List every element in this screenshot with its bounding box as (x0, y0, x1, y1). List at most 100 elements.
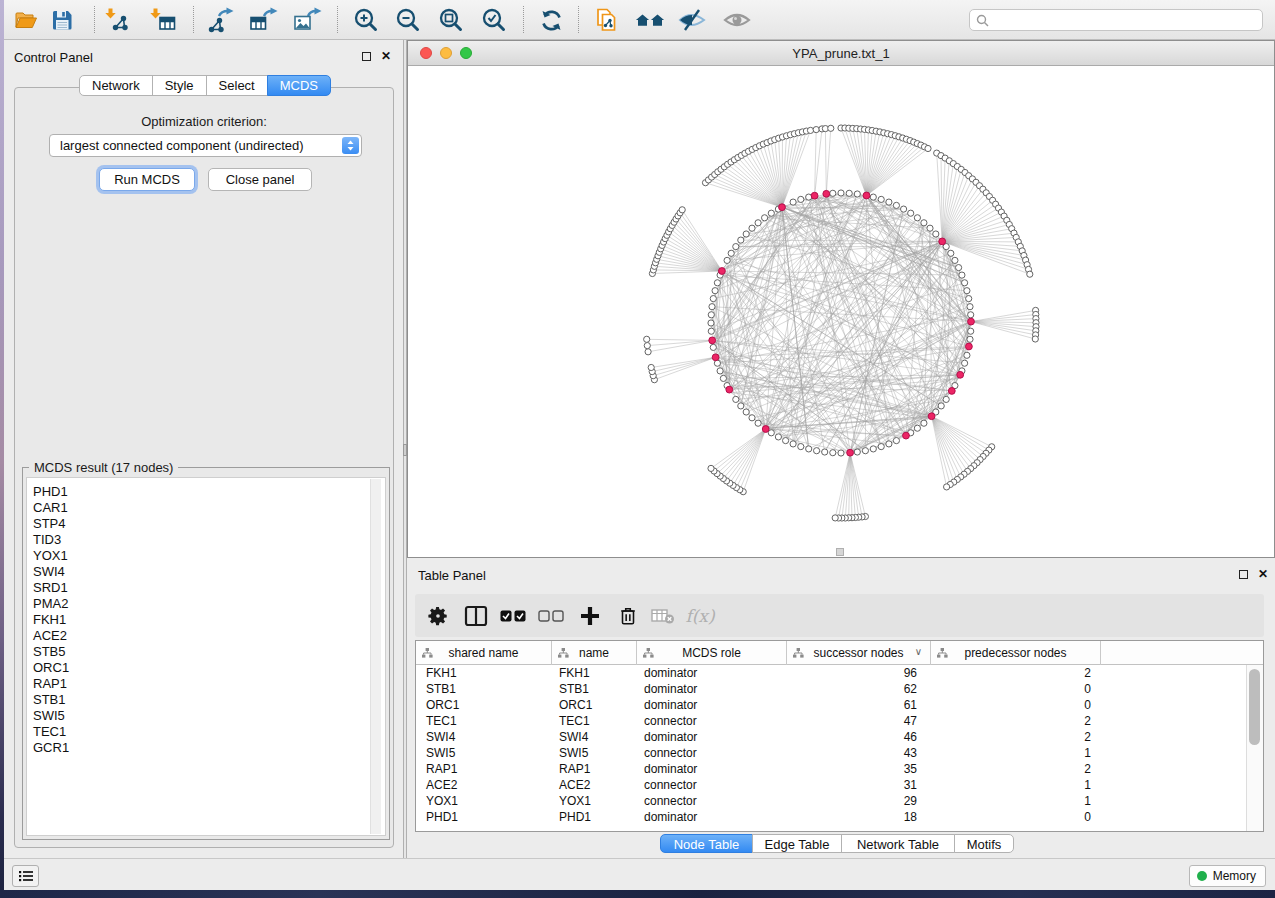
table-cell: connector (637, 777, 787, 793)
table-cell: RAP1 (416, 761, 552, 777)
tab-node-table[interactable]: Node Table (660, 834, 753, 853)
task-history-button[interactable] (12, 865, 39, 887)
mcds-result-item[interactable]: ORC1 (33, 660, 69, 676)
column-header-successor-nodes[interactable]: successor nodes∨ (787, 641, 931, 665)
table-row[interactable]: TEC1TEC1connector472 (416, 713, 1263, 729)
unselect-all-icon[interactable] (534, 594, 568, 637)
copy-view-icon[interactable] (591, 5, 621, 35)
table-row[interactable]: FKH1FKH1dominator962 (416, 665, 1263, 681)
table-toolbar: f(x) (415, 594, 1264, 637)
first-neighbors-icon[interactable] (635, 5, 665, 35)
column-header-shared-name[interactable]: shared name (416, 641, 552, 665)
mcds-result-item[interactable]: STP4 (33, 516, 69, 532)
main-toolbar (4, 0, 1275, 40)
table-tabs: Node TableEdge TableNetwork TableMotifs (660, 834, 1014, 853)
tab-network[interactable]: Network (79, 75, 153, 96)
refresh-icon[interactable] (536, 5, 566, 35)
import-table-icon[interactable] (148, 5, 178, 35)
mcds-result-item[interactable]: SRD1 (33, 580, 69, 596)
tab-motifs[interactable]: Motifs (954, 834, 1014, 853)
mcds-result-item[interactable]: SWI5 (33, 708, 69, 724)
save-icon[interactable] (47, 5, 77, 35)
mcds-result-item[interactable]: STB5 (33, 644, 69, 660)
table-cell: dominator (637, 681, 787, 697)
hide-selected-icon[interactable] (677, 5, 707, 35)
mcds-result-group: MCDS result (17 nodes) PHD1CAR1STP4TID3Y… (22, 467, 390, 840)
table-row[interactable]: ACE2ACE2connector311 (416, 777, 1263, 793)
mcds-result-item[interactable]: CAR1 (33, 500, 69, 516)
delete-icon[interactable] (611, 594, 645, 637)
export-network-icon[interactable] (205, 5, 235, 35)
float-panel-icon[interactable] (362, 52, 371, 61)
table-panel: Table Panel ✕ f(x) shared namenameMCDS r… (407, 560, 1275, 858)
search-box[interactable] (969, 9, 1263, 31)
export-table-icon[interactable] (248, 5, 278, 35)
table-cell: 35 (787, 761, 931, 777)
mcds-result-item[interactable]: RAP1 (33, 676, 69, 692)
horizontal-splitter-handle[interactable] (836, 548, 844, 556)
table-row[interactable]: ORC1ORC1dominator610 (416, 697, 1263, 713)
table-row[interactable]: PHD1PHD1dominator180 (416, 809, 1263, 825)
mcds-result-item[interactable]: TID3 (33, 532, 69, 548)
memory-button[interactable]: Memory (1189, 865, 1266, 887)
table-cell: RAP1 (552, 761, 637, 777)
network-window-titlebar[interactable]: YPA_prune.txt_1 (408, 41, 1274, 66)
sort-descending-icon: ∨ (915, 646, 922, 657)
column-header-predecessor-nodes[interactable]: predecessor nodes (931, 641, 1101, 665)
tab-network-table[interactable]: Network Table (841, 834, 955, 853)
tab-style[interactable]: Style (152, 75, 207, 96)
close-panel-icon[interactable]: ✕ (381, 51, 391, 61)
table-row[interactable]: YOX1YOX1connector291 (416, 793, 1263, 809)
settings-icon[interactable] (421, 594, 455, 637)
close-panel-button[interactable]: Close panel (208, 168, 312, 191)
close-panel-icon[interactable]: ✕ (1258, 569, 1268, 579)
add-icon[interactable] (573, 594, 607, 637)
run-mcds-button[interactable]: Run MCDS (99, 168, 195, 191)
table-row[interactable]: RAP1RAP1dominator352 (416, 761, 1263, 777)
mcds-list-scrollbar[interactable] (370, 479, 381, 834)
table-scrollbar[interactable] (1246, 665, 1263, 831)
table-panel-title: Table Panel (418, 568, 486, 583)
mcds-result-item[interactable]: GCR1 (33, 740, 69, 756)
optimization-criterion-dropdown[interactable]: largest connected component (undirected) (49, 134, 362, 157)
table-cell: ACE2 (416, 777, 552, 793)
open-icon[interactable] (10, 5, 40, 35)
export-image-icon[interactable] (292, 5, 322, 35)
network-graph[interactable] (408, 66, 1274, 557)
show-columns-icon[interactable] (459, 594, 493, 637)
delete-table-icon[interactable] (646, 594, 680, 637)
control-panel: Control Panel ✕ NetworkStyleSelectMCDS O… (4, 40, 403, 858)
network-canvas[interactable] (408, 66, 1274, 557)
zoom-out-icon[interactable] (393, 5, 423, 35)
mcds-result-item[interactable]: TEC1 (33, 724, 69, 740)
zoom-in-icon[interactable] (351, 5, 381, 35)
float-panel-icon[interactable] (1239, 570, 1248, 579)
zoom-fit-icon[interactable] (436, 5, 466, 35)
toolbar-separator (94, 6, 95, 33)
mcds-result-item[interactable]: ACE2 (33, 628, 69, 644)
mcds-result-item[interactable]: FKH1 (33, 612, 69, 628)
table-row[interactable]: STB1STB1dominator620 (416, 681, 1263, 697)
dropdown-stepper-icon (342, 137, 359, 154)
tab-mcds[interactable]: MCDS (267, 75, 331, 96)
tab-edge-table[interactable]: Edge Table (752, 834, 842, 853)
mcds-result-item[interactable]: SWI4 (33, 564, 69, 580)
select-all-icon[interactable] (496, 594, 530, 637)
mcds-result-item[interactable]: PHD1 (33, 484, 69, 500)
tab-select[interactable]: Select (206, 75, 268, 96)
table-cell: 0 (931, 697, 1101, 713)
show-all-icon[interactable] (722, 5, 752, 35)
table-row[interactable]: SWI5SWI5connector431 (416, 745, 1263, 761)
column-header-name[interactable]: name (552, 641, 637, 665)
search-input[interactable] (994, 11, 1258, 31)
table-row[interactable]: SWI4SWI4dominator462 (416, 729, 1263, 745)
mcds-result-title: MCDS result (17 nodes) (29, 460, 178, 475)
mcds-result-item[interactable]: STB1 (33, 692, 69, 708)
column-header-MCDS-role[interactable]: MCDS role (637, 641, 787, 665)
zoom-selected-icon[interactable] (479, 5, 509, 35)
mcds-result-item[interactable]: YOX1 (33, 548, 69, 564)
import-network-icon[interactable] (103, 5, 133, 35)
table-scrollbar-thumb[interactable] (1249, 669, 1260, 745)
mcds-result-item[interactable]: PMA2 (33, 596, 69, 612)
function-builder-icon[interactable]: f(x) (683, 594, 717, 637)
